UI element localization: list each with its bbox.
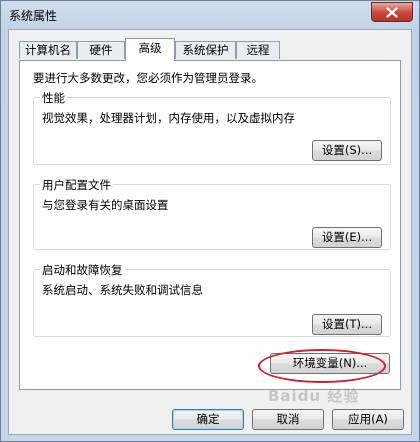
performance-description: 视觉效果，处理器计划，内存使用，以及虚拟内存 — [42, 111, 295, 125]
user-profiles-title: 用户配置文件 — [40, 177, 113, 193]
user-profiles-settings-button[interactable]: 设置(E)... — [312, 227, 382, 248]
advanced-tab-panel: 要进行大多数更改，您必须作为管理员登录。 性能 视觉效果，处理器计划，内存使用，… — [19, 60, 401, 390]
user-profiles-group: 用户配置文件 与您登录有关的桌面设置 设置(E)... — [33, 177, 391, 250]
tab-remote[interactable]: 远程 — [236, 41, 280, 59]
performance-title: 性能 — [40, 90, 67, 106]
apply-button[interactable]: 应用(A) — [332, 409, 404, 430]
title-bar[interactable]: 系统属性 — [1, 1, 419, 29]
user-profiles-description: 与您登录有关的桌面设置 — [42, 198, 169, 212]
tab-computer-name[interactable]: 计算机名 — [19, 41, 77, 59]
close-icon — [386, 6, 398, 18]
startup-recovery-description: 系统启动、系统失败和调试信息 — [42, 283, 203, 297]
cancel-button[interactable]: 取消 — [252, 409, 324, 430]
ok-button[interactable]: 确定 — [172, 409, 244, 430]
highlight-annotation-ellipse — [258, 349, 386, 383]
watermark: Baidu 经验 — [268, 387, 360, 405]
tab-system-protection[interactable]: 系统保护 — [175, 41, 236, 59]
startup-recovery-title: 启动和故障恢复 — [40, 262, 125, 278]
performance-settings-button[interactable]: 设置(S)... — [312, 140, 382, 161]
tab-advanced[interactable]: 高级 — [125, 38, 175, 61]
admin-notice: 要进行大多数更改，您必须作为管理员登录。 — [33, 71, 263, 85]
startup-recovery-settings-button[interactable]: 设置(T)... — [312, 314, 382, 335]
performance-group: 性能 视觉效果，处理器计划，内存使用，以及虚拟内存 设置(S)... — [33, 90, 391, 165]
tab-hardware[interactable]: 硬件 — [77, 41, 125, 59]
close-button[interactable] — [371, 2, 413, 22]
startup-recovery-group: 启动和故障恢复 系统启动、系统失败和调试信息 设置(T)... — [33, 262, 391, 337]
window-title: 系统属性 — [9, 9, 58, 23]
